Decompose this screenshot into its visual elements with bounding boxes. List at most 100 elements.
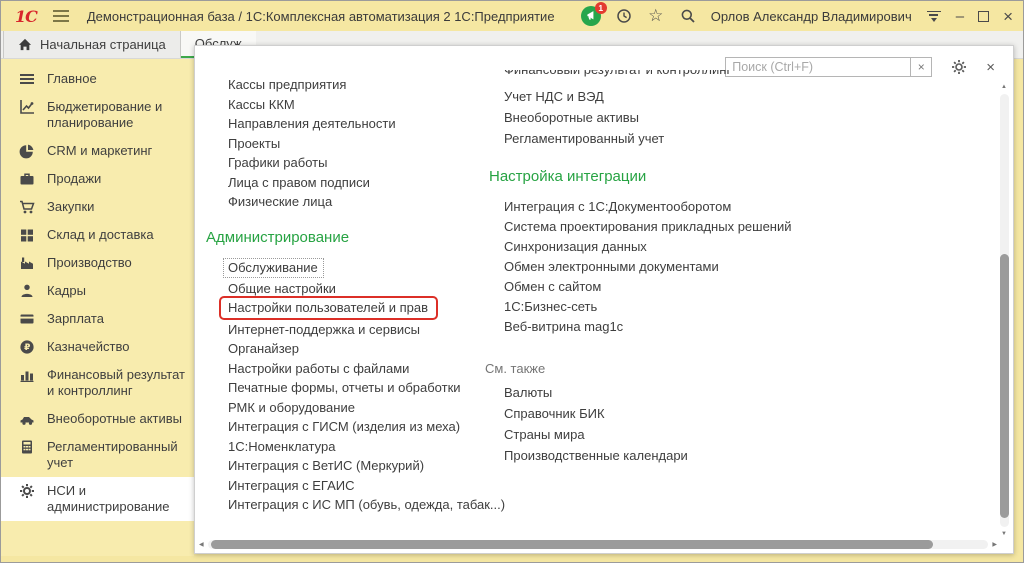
- section-menu-panel: × × Кассы предприятия Кассы ККМ Направле…: [194, 45, 1014, 554]
- sidebar-item-finrezultat[interactable]: Финансовый результат и контроллинг: [1, 361, 194, 405]
- vertical-scrollbar[interactable]: ▲ ▼: [999, 84, 1010, 537]
- connection-status-icon[interactable]: [926, 11, 942, 22]
- payroll-card-icon: [19, 311, 35, 327]
- window-title: Демонстрационная база / 1С:Комплексная а…: [87, 9, 555, 24]
- budget-chart-icon: [19, 99, 35, 115]
- panel-link[interactable]: Кассы предприятия: [228, 78, 505, 91]
- close-window-button[interactable]: ×: [1003, 8, 1013, 25]
- sidebar-item-label: Регламентированный учет: [47, 439, 190, 471]
- panel-link[interactable]: Настройки работы с файлами: [228, 362, 505, 375]
- scroll-right-arrow-icon[interactable]: ▶: [992, 541, 997, 548]
- panel-close-icon[interactable]: ×: [986, 59, 995, 76]
- favorites-star-icon[interactable]: ☆: [647, 7, 665, 25]
- horizontal-scrollbar[interactable]: ◀ ▶: [199, 539, 997, 550]
- sidebar-item-zakupki[interactable]: Закупки: [1, 193, 194, 221]
- panel-link[interactable]: Графики работы: [228, 156, 505, 169]
- panel-link[interactable]: РМК и оборудование: [228, 401, 505, 414]
- panel-link[interactable]: Внеоборотные активы: [504, 111, 792, 124]
- panel-link[interactable]: Лица с правом подписи: [228, 176, 505, 189]
- horizontal-scroll-track[interactable]: [208, 540, 988, 549]
- sidebar-item-label: Продажи: [47, 171, 101, 187]
- sidebar-item-label: Производство: [47, 255, 132, 271]
- panel-link[interactable]: Интернет-поддержка и сервисы: [228, 323, 505, 336]
- panel-link[interactable]: Проекты: [228, 137, 505, 150]
- panel-link[interactable]: Печатные формы, отчеты и обработки: [228, 381, 505, 394]
- panel-link-obsluzhivanie[interactable]: Обслуживание: [228, 261, 505, 275]
- panel-link[interactable]: Валюты: [504, 386, 792, 399]
- current-user[interactable]: Орлов Александр Владимирович: [711, 9, 912, 24]
- sidebar-item-kadry[interactable]: Кадры: [1, 277, 194, 305]
- panel-link[interactable]: Направления деятельности: [228, 117, 505, 130]
- search-clear-button[interactable]: ×: [911, 57, 932, 77]
- panel-link[interactable]: Обмен электронными документами: [504, 260, 792, 273]
- sidebar-item-proizvodstvo[interactable]: Производство: [1, 249, 194, 277]
- cart-icon: [19, 199, 35, 215]
- scroll-up-arrow-icon[interactable]: ▲: [1001, 84, 1007, 90]
- panel-link[interactable]: Кассы ККМ: [228, 98, 505, 111]
- maximize-button[interactable]: [978, 11, 989, 22]
- sidebar-item-reglament[interactable]: Регламентированный учет: [1, 433, 194, 477]
- sidebar-item-label: Кадры: [47, 283, 86, 299]
- panel-link[interactable]: Синхронизация данных: [504, 240, 792, 253]
- panel-link-nastroyki-polzovateley[interactable]: Настройки пользователей и прав: [228, 301, 505, 316]
- sidebar-item-prodazhi[interactable]: Продажи: [1, 165, 194, 193]
- sidebar-item-label: Финансовый результат и контроллинг: [47, 367, 190, 399]
- sidebar-item-kaznacheystvo[interactable]: ₽ Казначейство: [1, 333, 194, 361]
- tab-home[interactable]: Начальная страница: [3, 31, 181, 58]
- history-icon[interactable]: [615, 7, 633, 25]
- notifications-button[interactable]: 1: [581, 6, 601, 26]
- panel-link[interactable]: Веб-витрина mag1c: [504, 320, 792, 333]
- panel-link[interactable]: Интеграция с 1С:Документооборотом: [504, 200, 792, 213]
- panel-link[interactable]: Интеграция с ИС МП (обувь, одежда, табак…: [228, 498, 505, 511]
- sidebar-item-crm[interactable]: CRM и маркетинг: [1, 137, 194, 165]
- panel-settings-gear-icon[interactable]: [950, 58, 968, 76]
- sections-sidebar: Главное Бюджетирование и планирование CR…: [1, 59, 194, 556]
- person-icon: [19, 283, 35, 299]
- scroll-down-arrow-icon[interactable]: ▼: [1001, 531, 1007, 537]
- ledger-icon: [19, 439, 35, 455]
- sidebar-item-zarplata[interactable]: Зарплата: [1, 305, 194, 333]
- sidebar-item-sklad[interactable]: Склад и доставка: [1, 221, 194, 249]
- panel-link[interactable]: Учет НДС и ВЭД: [504, 90, 792, 103]
- sidebar-item-label: Закупки: [47, 199, 94, 215]
- pie-chart-icon: [19, 143, 35, 159]
- panel-link[interactable]: Регламентированный учет: [504, 132, 792, 145]
- menu-icon: [19, 71, 35, 87]
- search-icon[interactable]: [679, 7, 697, 25]
- scroll-left-arrow-icon[interactable]: ◀: [199, 541, 204, 548]
- horizontal-scroll-thumb[interactable]: [211, 540, 933, 549]
- panel-link[interactable]: Страны мира: [504, 428, 792, 441]
- minimize-button[interactable]: –: [956, 9, 964, 24]
- panel-link[interactable]: Общие настройки: [228, 282, 505, 295]
- main-menu-icon[interactable]: [53, 10, 69, 22]
- car-icon: [19, 411, 35, 427]
- sidebar-item-nsi-administrirovanie[interactable]: НСИ и администрирование: [1, 477, 194, 521]
- sidebar-item-glavnoe[interactable]: Главное: [1, 65, 194, 93]
- vertical-scroll-thumb[interactable]: [1000, 254, 1009, 518]
- svg-text:₽: ₽: [24, 343, 30, 353]
- panel-link[interactable]: Физические лица: [228, 195, 505, 208]
- panel-link[interactable]: Интеграция с ГИСМ (изделия из меха): [228, 420, 505, 433]
- panel-right-column: Финансовый результат и контроллинг Учет …: [485, 70, 792, 470]
- title-bar: 1С Демонстрационная база / 1С:Комплексна…: [1, 1, 1023, 31]
- panel-link[interactable]: Интеграция с ВетИС (Меркурий): [228, 459, 505, 472]
- sidebar-item-label: Склад и доставка: [47, 227, 154, 243]
- sidebar-item-budzhetirovanie[interactable]: Бюджетирование и планирование: [1, 93, 194, 137]
- sidebar-item-vneoborotnye[interactable]: Внеоборотные активы: [1, 405, 194, 433]
- panel-link[interactable]: 1С:Номенклатура: [228, 440, 505, 453]
- vertical-scroll-track[interactable]: [1000, 94, 1009, 527]
- panel-link[interactable]: Система проектирования прикладных решени…: [504, 220, 792, 233]
- 1c-logo: 1С: [15, 7, 37, 26]
- see-also-header: См. также: [485, 361, 792, 376]
- sidebar-item-label: НСИ и администрирование: [47, 483, 190, 515]
- tab-home-label: Начальная страница: [40, 37, 166, 52]
- megaphone-icon: [585, 10, 597, 22]
- sidebar-item-label: Бюджетирование и планирование: [47, 99, 190, 131]
- panel-link-clipped[interactable]: Финансовый результат и контроллинг: [504, 70, 792, 81]
- panel-link[interactable]: Справочник БИК: [504, 407, 792, 420]
- panel-link[interactable]: 1С:Бизнес-сеть: [504, 300, 792, 313]
- panel-link[interactable]: Интеграция с ЕГАИС: [228, 479, 505, 492]
- panel-link[interactable]: Производственные календари: [504, 449, 792, 462]
- panel-link[interactable]: Обмен с сайтом: [504, 280, 792, 293]
- panel-link[interactable]: Органайзер: [228, 342, 505, 355]
